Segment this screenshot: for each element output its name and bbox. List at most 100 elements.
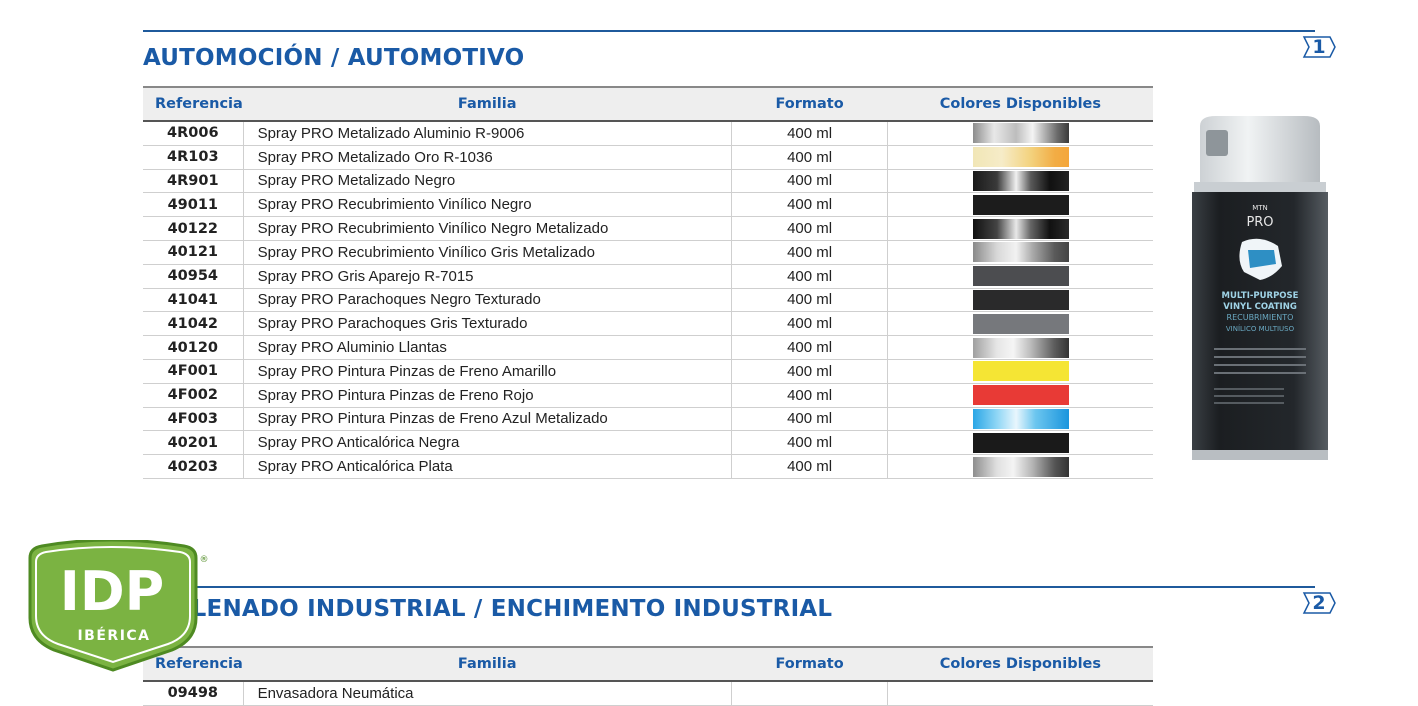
cell-formato: 400 ml (730, 430, 888, 456)
table-row: 40121 Spray PRO Recubrimiento Vinílico Gr… (143, 240, 1153, 265)
cell-colores (887, 240, 1153, 265)
cell-formato: 400 ml (730, 383, 888, 408)
table-row: 4F002 Spray PRO Pintura Pinzas de Freno R… (143, 383, 1153, 408)
cell-familia: Envasadora Neumática (242, 681, 732, 706)
header-colores: Colores Disponibles (887, 86, 1153, 122)
cell-familia: Spray PRO Pintura Pinzas de Freno Amaril… (242, 359, 732, 384)
section-number-badge: 2 (1302, 589, 1336, 617)
color-swatch (972, 456, 1069, 477)
cell-referencia: 4F003 (143, 407, 244, 432)
products-table-rellenado: Referencia Familia Formato Colores Dispo… (143, 646, 1153, 706)
section-title: AUTOMOCIÓN / AUTOMOTIVO (143, 45, 525, 71)
color-swatch (972, 361, 1069, 382)
cell-familia: Spray PRO Pintura Pinzas de Freno Rojo (242, 383, 732, 408)
table-body: 4R006 Spray PRO Metalizado Aluminio R-900… (143, 121, 1153, 479)
can-product: PRO (1246, 215, 1273, 230)
cell-colores (887, 383, 1153, 408)
cell-referencia: 4F002 (143, 383, 244, 408)
color-swatch (972, 432, 1069, 453)
cell-referencia: 40201 (143, 430, 244, 456)
table-row: 40954 Spray PRO Gris Aparejo R-7015 400 ml (143, 264, 1153, 289)
header-formato: Formato (731, 646, 888, 682)
cell-familia: Spray PRO Pintura Pinzas de Freno Azul M… (242, 407, 732, 432)
can-line-3: RECUBRIMIENTO (1227, 313, 1294, 322)
color-swatch (973, 683, 1069, 703)
cell-familia: Spray PRO Recubrimiento Vinílico Gris Me… (242, 240, 732, 265)
cell-formato: 400 ml (730, 335, 888, 360)
header-referencia: Referencia (143, 86, 244, 122)
logo-subtext: IBÉRICA (77, 627, 150, 644)
cell-colores (887, 121, 1153, 146)
cell-colores (887, 335, 1153, 360)
cell-referencia: 4R103 (143, 145, 244, 170)
cell-referencia: 09498 (143, 681, 244, 706)
color-swatch (972, 194, 1069, 215)
cell-familia: Spray PRO Metalizado Aluminio R-9006 (242, 121, 732, 146)
table-row: 09498 Envasadora Neumática (143, 681, 1153, 706)
cell-colores (887, 216, 1153, 241)
cell-formato: 400 ml (730, 121, 888, 146)
section-rule (143, 30, 1315, 32)
header-formato: Formato (731, 86, 888, 122)
color-swatch (972, 289, 1069, 310)
cell-referencia: 40120 (143, 335, 244, 360)
cell-colores (887, 264, 1153, 289)
table-row: 40203 Spray PRO Anticalórica Plata 400 ml (143, 454, 1153, 479)
color-swatch (972, 218, 1069, 239)
cell-colores (887, 407, 1153, 432)
table-row: 41042 Spray PRO Parachoques Gris Texturad… (143, 311, 1153, 337)
logo-registered: ® (200, 555, 209, 565)
cell-referencia: 4R006 (143, 121, 244, 146)
cell-formato: 400 ml (730, 359, 888, 384)
table-row: 40201 Spray PRO Anticalórica Negra 400 ml (143, 430, 1153, 456)
table-row: 40120 Spray PRO Aluminio Llantas 400 ml (143, 335, 1153, 360)
cell-formato: 400 ml (730, 216, 888, 241)
section-rule (143, 586, 1315, 588)
cell-formato: 400 ml (730, 311, 888, 337)
products-table-automocion: Referencia Familia Formato Colores Dispo… (143, 86, 1153, 479)
cell-familia: Spray PRO Anticalórica Negra (242, 430, 732, 456)
table-row: 41041 Spray PRO Parachoques Negro Textura… (143, 288, 1153, 313)
table-header-row: Referencia Familia Formato Colores Dispo… (143, 646, 1153, 682)
color-swatch (972, 313, 1069, 334)
table-row: 4F003 Spray PRO Pintura Pinzas de Freno A… (143, 407, 1153, 432)
can-brand: MTN (1252, 204, 1268, 212)
table-row: 4F001 Spray PRO Pintura Pinzas de Freno A… (143, 359, 1153, 384)
section-number: 2 (1312, 592, 1326, 614)
cell-formato: 400 ml (730, 192, 888, 218)
cell-formato: 400 ml (730, 264, 888, 289)
cell-referencia: 41042 (143, 311, 244, 337)
color-swatch (972, 266, 1069, 287)
cell-familia: Spray PRO Aluminio Llantas (242, 335, 732, 360)
color-swatch (972, 408, 1069, 429)
section-title: RELLENADO INDUSTRIAL / ENCHIMENTO INDUST… (143, 596, 833, 622)
cell-referencia: 49011 (143, 192, 244, 218)
cell-colores (887, 311, 1153, 337)
cell-formato: 400 ml (730, 169, 888, 194)
cell-familia: Spray PRO Parachoques Gris Texturado (242, 311, 732, 337)
cell-colores (887, 145, 1153, 170)
header-familia: Familia (243, 646, 732, 682)
cell-colores (887, 454, 1153, 479)
header-familia: Familia (243, 86, 732, 122)
cell-referencia: 4R901 (143, 169, 244, 194)
cell-colores (887, 681, 1153, 706)
can-line-4: VINÍLICO MULTIUSO (1226, 324, 1295, 333)
section-number: 1 (1312, 36, 1326, 58)
cell-colores (887, 430, 1153, 456)
color-swatch (972, 147, 1069, 168)
color-swatch (972, 385, 1069, 406)
cell-referencia: 41041 (143, 288, 244, 313)
can-line-1: MULTI-PURPOSE (1222, 291, 1299, 301)
cell-referencia: 40121 (143, 240, 244, 265)
color-swatch (972, 337, 1069, 358)
cell-referencia: 4F001 (143, 359, 244, 384)
table-row: 4R006 Spray PRO Metalizado Aluminio R-900… (143, 121, 1153, 146)
cell-familia: Spray PRO Metalizado Negro (242, 169, 732, 194)
cell-referencia: 40203 (143, 454, 244, 479)
table-row: 4R901 Spray PRO Metalizado Negro 400 ml (143, 169, 1153, 194)
cell-referencia: 40122 (143, 216, 244, 241)
cell-colores (887, 288, 1153, 313)
table-row: 40122 Spray PRO Recubrimiento Vinílico Ne… (143, 216, 1153, 241)
cell-formato: 400 ml (730, 288, 888, 313)
